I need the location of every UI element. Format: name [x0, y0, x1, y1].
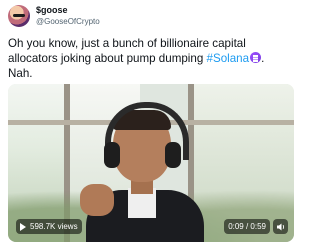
tweet-text: Oh you know, just a bunch of billionaire… — [8, 36, 294, 81]
avatar[interactable] — [8, 5, 30, 27]
views-count: 598.7K views — [30, 222, 78, 231]
headphone-earcup — [165, 142, 181, 168]
tweet-text-part2: . — [261, 52, 265, 65]
play-icon — [20, 222, 26, 231]
speaker-icon — [276, 223, 284, 230]
display-name[interactable]: $goose — [36, 5, 100, 16]
tweet-header: $goose @GooseOfCrypto — [8, 5, 100, 27]
views-badge: 598.7K views — [16, 219, 82, 234]
tweet-card: $goose @GooseOfCrypto Oh you know, just … — [0, 0, 300, 245]
handle[interactable]: @GooseOfCrypto — [36, 16, 100, 27]
sound-button[interactable] — [273, 219, 288, 234]
hand — [80, 184, 114, 216]
video-player[interactable]: 598.7K views 0:09 / 0:59 — [8, 84, 294, 242]
hashtag-link[interactable]: #Solana — [207, 52, 250, 65]
tweet-text-line3: Nah. — [8, 67, 33, 80]
person — [68, 92, 218, 242]
headphone-earcup — [104, 142, 120, 168]
video-time: 0:09 / 0:59 — [224, 219, 270, 234]
author-names: $goose @GooseOfCrypto — [36, 5, 100, 27]
solana-logo-icon — [250, 52, 262, 63]
